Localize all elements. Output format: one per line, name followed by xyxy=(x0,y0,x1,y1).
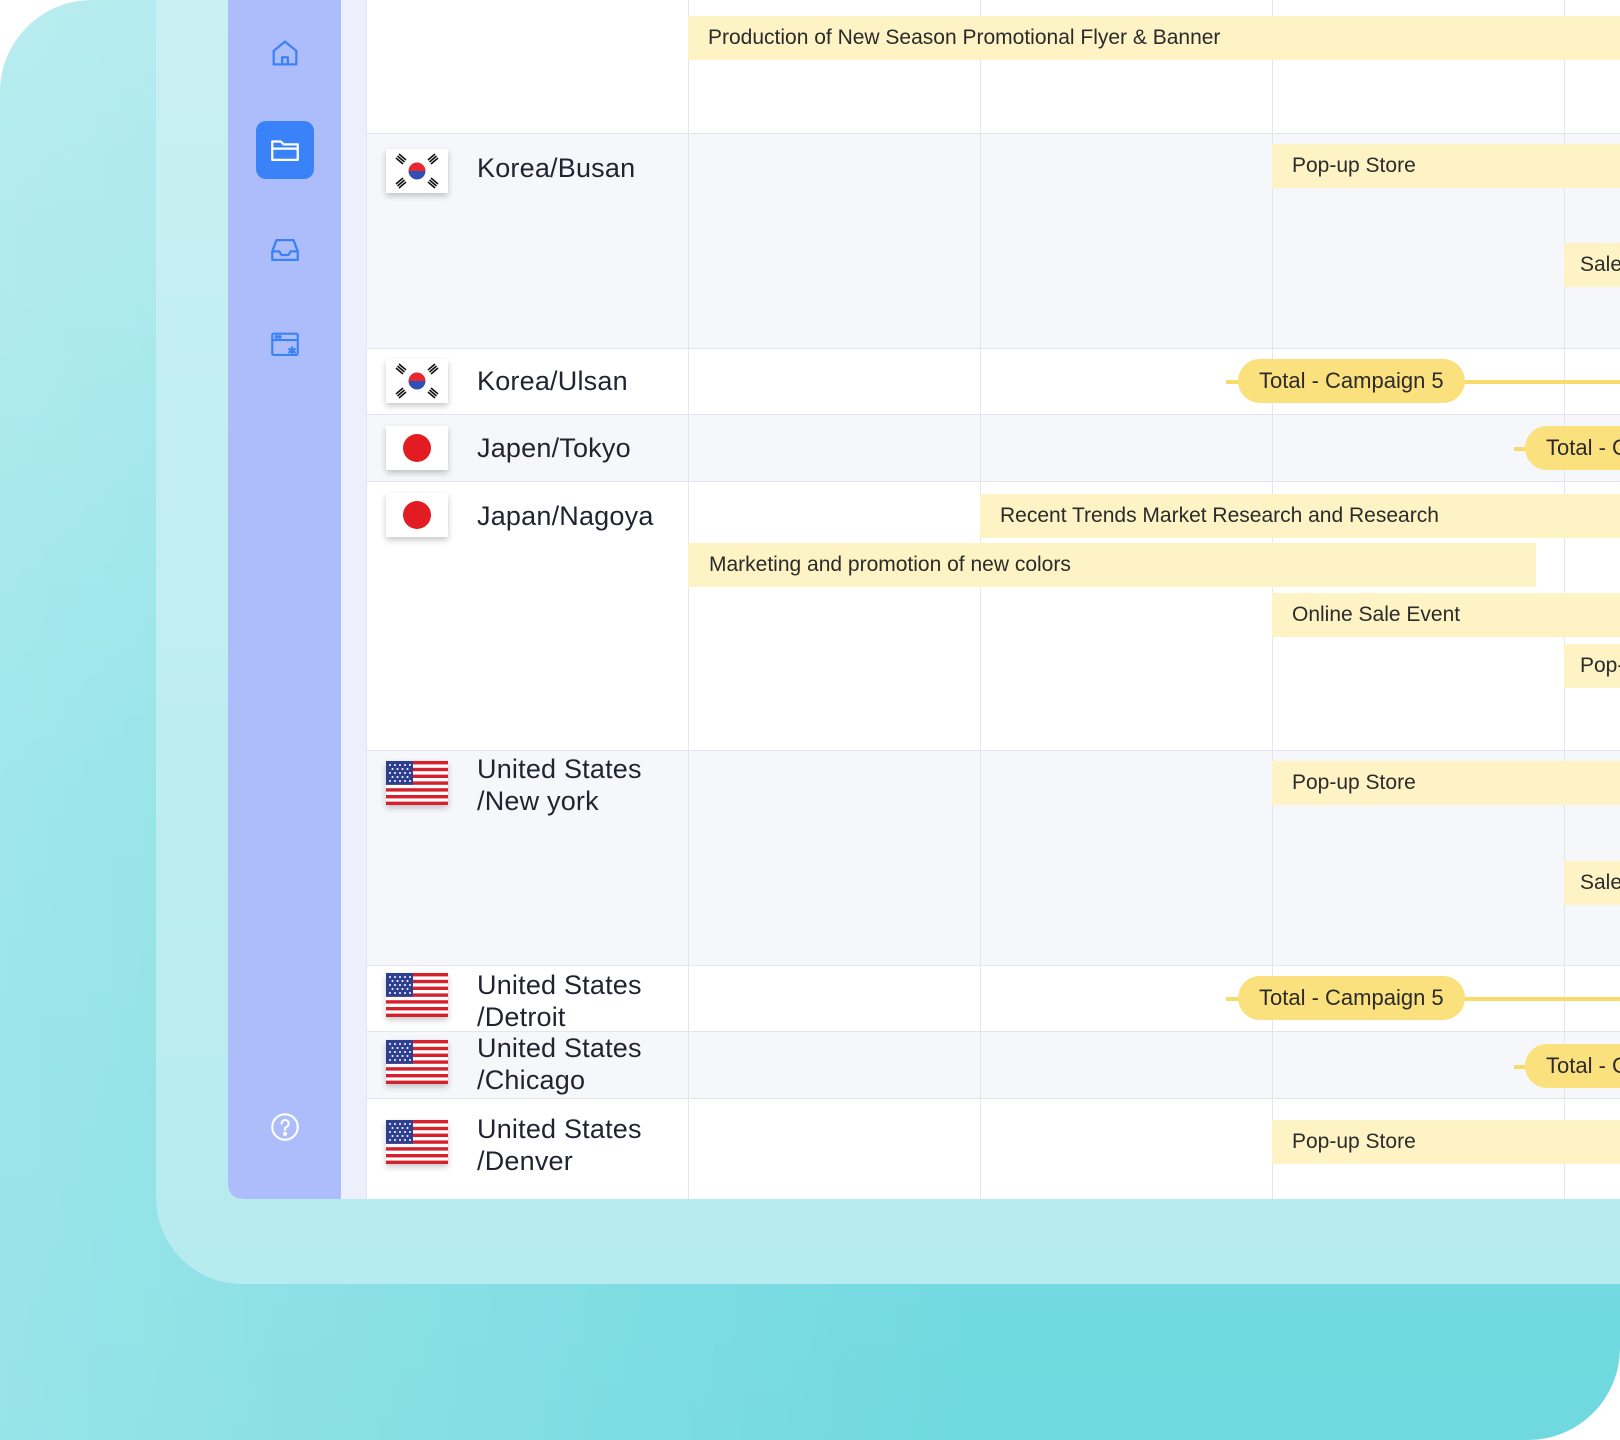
japan-flag-icon xyxy=(386,426,448,470)
korea-flag-icon xyxy=(386,149,448,193)
column-divider xyxy=(980,0,981,1199)
schedule-row: United States /Chicago xyxy=(366,1032,1620,1099)
nav-projects[interactable] xyxy=(256,121,314,179)
event-bar[interactable]: Sale xyxy=(1564,243,1620,287)
event-bar[interactable]: Production of New Season Promotional Fly… xyxy=(688,16,1620,60)
usa-flag-icon xyxy=(386,973,448,1017)
event-bar[interactable]: Pop-up Store xyxy=(1272,761,1620,805)
event-bar[interactable]: Pop-up Store xyxy=(1272,1120,1620,1164)
schedule-row: Japen/Tokyo xyxy=(366,415,1620,482)
column-divider xyxy=(366,0,367,1199)
event-bar[interactable]: Pop-up Store xyxy=(1272,144,1620,188)
korea-flag-icon xyxy=(386,359,448,403)
location-cell: Korea/Busan xyxy=(366,134,686,348)
location-name: United States /Denver xyxy=(477,1114,642,1176)
campaign-pill[interactable]: Total - Campaign 3 xyxy=(1525,426,1620,470)
usa-flag-icon xyxy=(386,1120,448,1164)
schedule-grid: Korea/Busan Korea/Ulsan Japen/Tokyo Japa… xyxy=(366,0,1620,1199)
app-window: Korea/Busan Korea/Ulsan Japen/Tokyo Japa… xyxy=(228,0,1620,1199)
nav-home[interactable] xyxy=(256,24,314,82)
location-cell: Japen/Tokyo xyxy=(366,415,686,481)
location-name: United States /Chicago xyxy=(477,1033,642,1095)
location-name: Korea/Busan xyxy=(477,153,636,183)
usa-flag-icon xyxy=(386,761,448,805)
campaign-pill[interactable]: Total - Campaign 3 xyxy=(1525,1044,1620,1088)
inbox-icon xyxy=(271,238,299,262)
nav-inbox[interactable] xyxy=(256,221,314,279)
location-name: Japan/Nagoya xyxy=(477,501,654,531)
japan-flag-icon xyxy=(386,493,448,537)
folder-icon xyxy=(271,140,299,162)
location-name: United States /New york xyxy=(477,754,642,816)
usa-flag-icon xyxy=(386,1040,448,1084)
location-cell: United States /Denver xyxy=(366,1099,686,1199)
location-cell: United States /Detroit xyxy=(366,966,686,1032)
column-divider xyxy=(688,0,689,1199)
help-button[interactable] xyxy=(256,1098,314,1156)
panel-gutter xyxy=(341,0,367,1199)
location-name: Korea/Ulsan xyxy=(477,366,628,396)
event-bar[interactable]: Pop- xyxy=(1564,644,1620,688)
location-name: United States /Detroit xyxy=(477,970,642,1032)
campaign-pill[interactable]: Total - Campaign 5 xyxy=(1238,359,1465,403)
event-bar[interactable]: Recent Trends Market Research and Resear… xyxy=(980,494,1620,538)
campaign-pill[interactable]: Total - Campaign 5 xyxy=(1238,976,1465,1020)
event-bar[interactable]: Online Sale Event xyxy=(1272,593,1620,637)
sidebar xyxy=(228,0,341,1199)
location-cell: Korea/Ulsan xyxy=(366,349,686,414)
help-circle-icon xyxy=(271,1113,299,1141)
location-cell: Japan/Nagoya xyxy=(366,482,686,750)
browser-settings-icon xyxy=(271,332,299,356)
event-bar[interactable]: Sale xyxy=(1564,861,1620,905)
location-cell: United States /New york xyxy=(366,751,686,965)
nav-settings[interactable] xyxy=(256,316,314,374)
location-cell: United States /Chicago xyxy=(366,1032,686,1098)
event-bar[interactable]: Marketing and promotion of new colors xyxy=(688,543,1536,587)
home-icon xyxy=(272,40,298,66)
location-name: Japen/Tokyo xyxy=(477,433,631,463)
